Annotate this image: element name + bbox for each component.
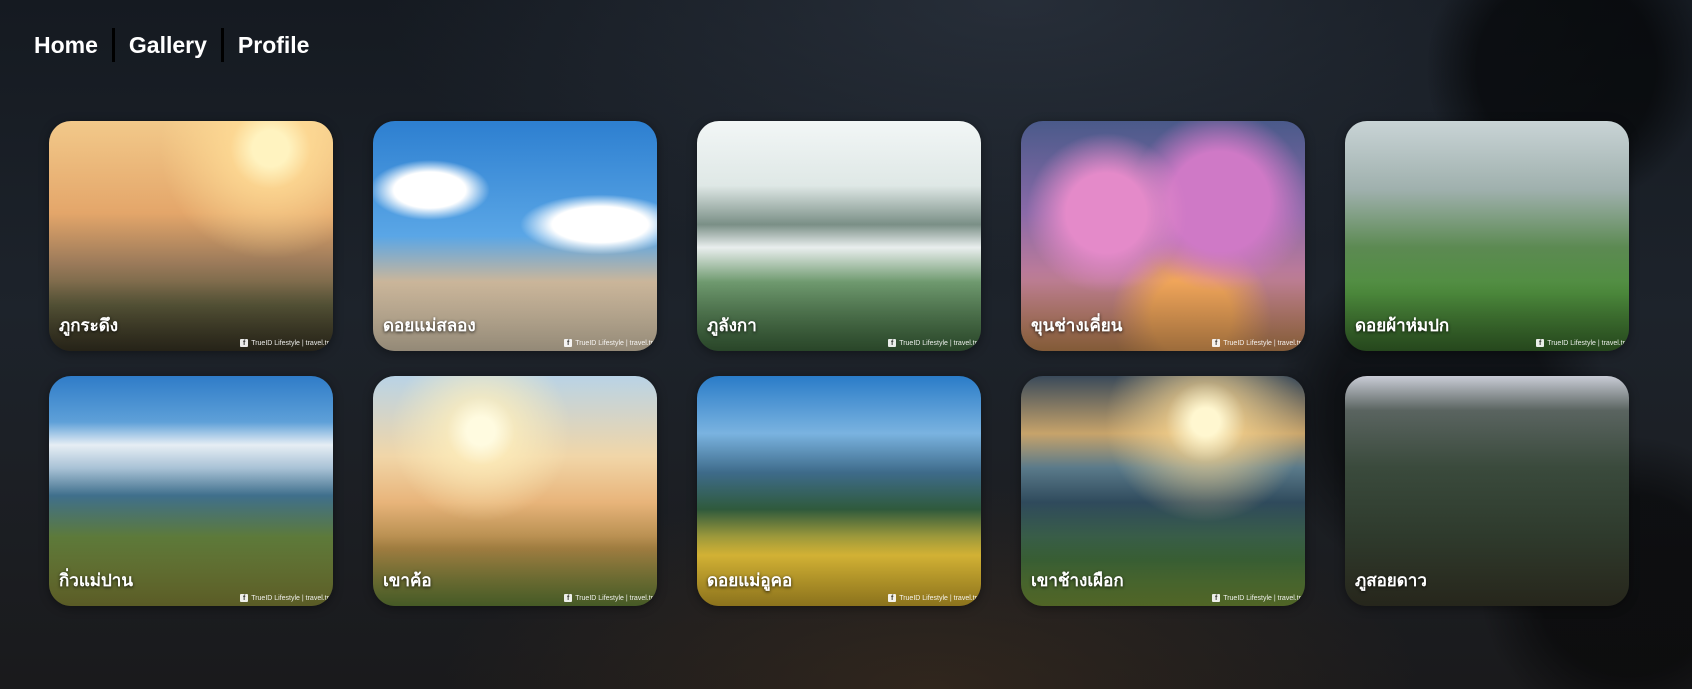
- nav-home-link[interactable]: Home: [34, 30, 98, 60]
- destination-name: เขาช้างเผือก: [1031, 571, 1124, 590]
- facebook-icon: f: [240, 594, 249, 602]
- photo-credit: f TrueID Lifestyle | travel.tr: [1212, 339, 1301, 347]
- facebook-icon: f: [1536, 339, 1545, 347]
- photo-credit: f TrueID Lifestyle | travel.tr: [564, 339, 653, 347]
- photo-credit: f TrueID Lifestyle | travel.tr: [240, 339, 329, 347]
- destination-name: ดอยแม่อูคอ: [707, 571, 793, 590]
- nav-gallery-link[interactable]: Gallery: [129, 30, 207, 60]
- photo-credit: f TrueID Lifestyle | travel.tr: [240, 594, 329, 602]
- destination-card[interactable]: ดอยผ้าห่มปก f TrueID Lifestyle | travel.t…: [1345, 121, 1629, 351]
- destination-name: ขุนช่างเคี่ยน: [1031, 316, 1123, 335]
- destination-card[interactable]: ดอยแม่สลอง f TrueID Lifestyle | travel.tr: [373, 121, 657, 351]
- destination-name: ดอยแม่สลอง: [383, 316, 476, 335]
- destination-name: ดอยผ้าห่มปก: [1355, 316, 1450, 335]
- facebook-icon: f: [1212, 339, 1221, 347]
- destination-gallery: ภูกระดึง f TrueID Lifestyle | travel.tr ด…: [49, 121, 1629, 606]
- destination-card[interactable]: ภูสอยดาว: [1345, 376, 1629, 606]
- facebook-icon: f: [240, 339, 249, 347]
- destination-card[interactable]: เขาช้างเผือก f TrueID Lifestyle | travel.…: [1021, 376, 1305, 606]
- photo-credit: f TrueID Lifestyle | travel.tr: [1212, 594, 1301, 602]
- destination-card[interactable]: ขุนช่างเคี่ยน f TrueID Lifestyle | travel…: [1021, 121, 1305, 351]
- top-navigation: Home Gallery Profile: [34, 28, 309, 62]
- facebook-icon: f: [888, 339, 897, 347]
- facebook-icon: f: [564, 594, 573, 602]
- nav-profile-link[interactable]: Profile: [238, 30, 310, 60]
- destination-name: ภูลังกา: [707, 316, 757, 335]
- photo-credit: f TrueID Lifestyle | travel.tr: [1536, 339, 1625, 347]
- photo-credit: f TrueID Lifestyle | travel.tr: [888, 594, 977, 602]
- destination-name: เขาค้อ: [383, 571, 432, 590]
- facebook-icon: f: [564, 339, 573, 347]
- nav-divider: [111, 28, 115, 62]
- destination-card[interactable]: ภูลังกา f TrueID Lifestyle | travel.tr: [697, 121, 981, 351]
- photo-credit: f TrueID Lifestyle | travel.tr: [888, 339, 977, 347]
- destination-card[interactable]: ภูกระดึง f TrueID Lifestyle | travel.tr: [49, 121, 333, 351]
- destination-card[interactable]: เขาค้อ f TrueID Lifestyle | travel.tr: [373, 376, 657, 606]
- facebook-icon: f: [888, 594, 897, 602]
- destination-card[interactable]: กิ่วแม่ปาน f TrueID Lifestyle | travel.tr: [49, 376, 333, 606]
- destination-name: ภูกระดึง: [59, 316, 119, 335]
- destination-name: ภูสอยดาว: [1355, 571, 1427, 590]
- photo-credit: f TrueID Lifestyle | travel.tr: [564, 594, 653, 602]
- destination-card[interactable]: ดอยแม่อูคอ f TrueID Lifestyle | travel.tr: [697, 376, 981, 606]
- facebook-icon: f: [1212, 594, 1221, 602]
- destination-name: กิ่วแม่ปาน: [59, 571, 133, 590]
- nav-divider: [220, 28, 224, 62]
